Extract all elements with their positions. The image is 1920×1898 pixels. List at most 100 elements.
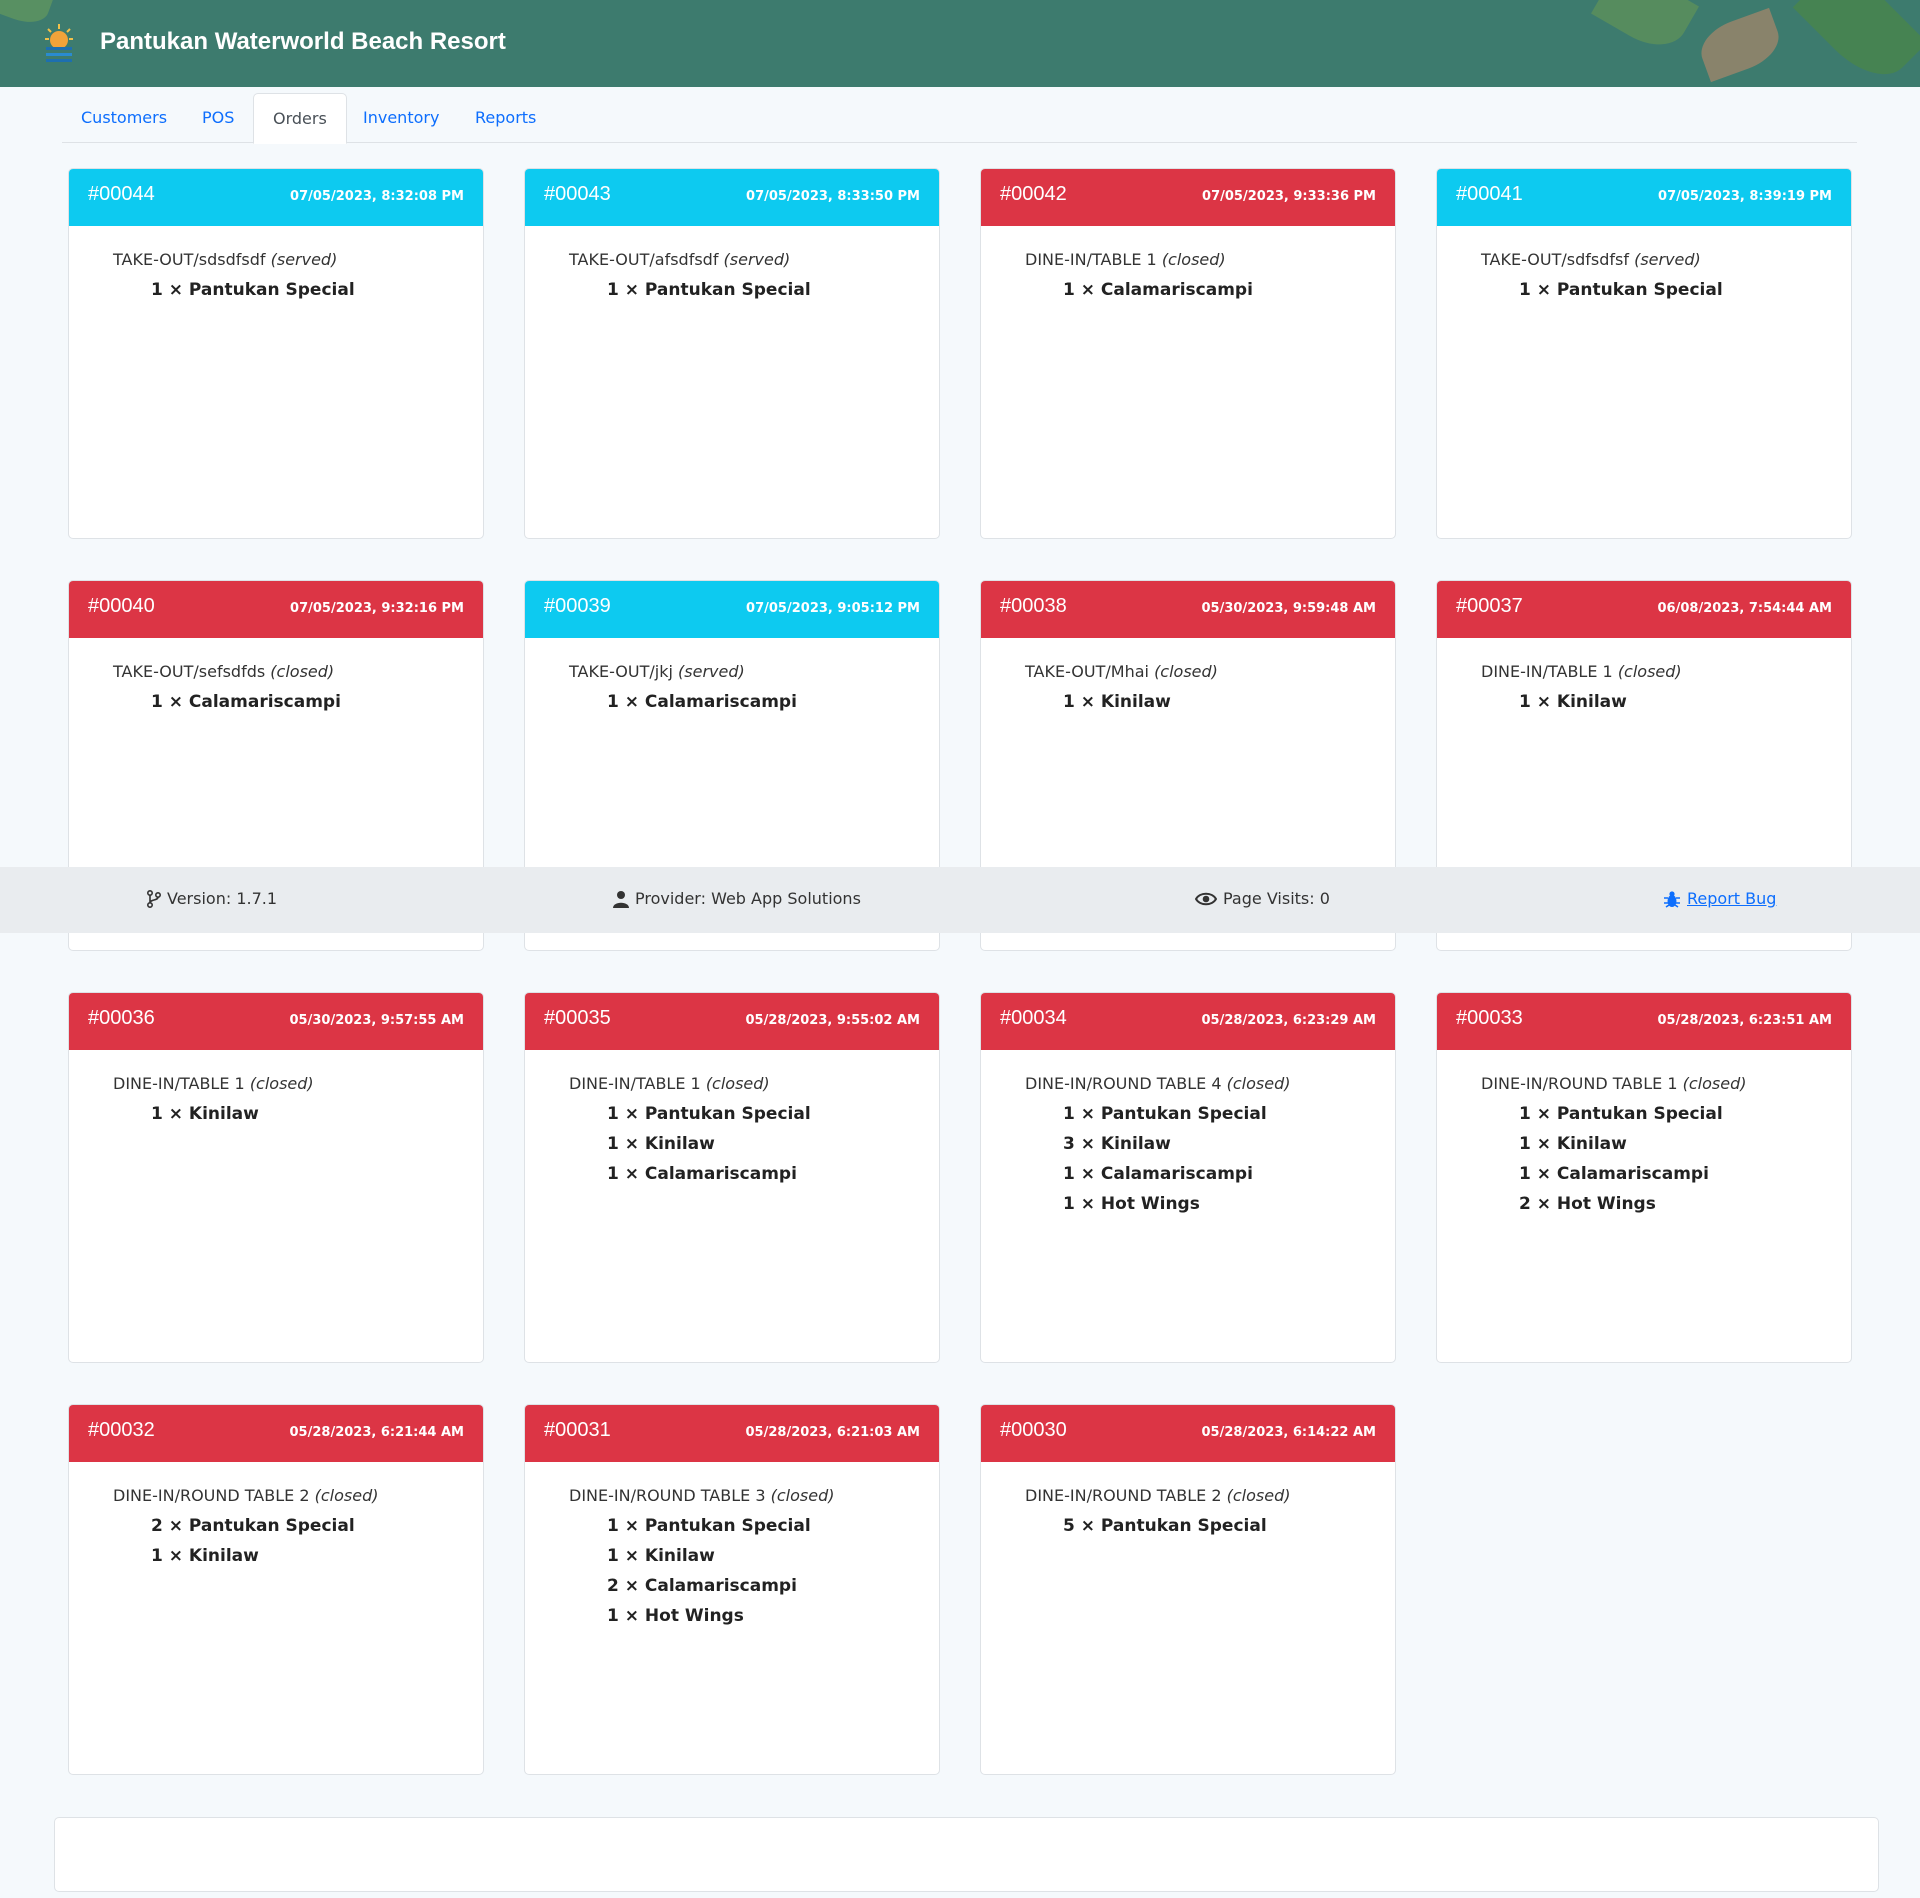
order-card-header: #00033 05/28/2023, 6:23:51 AM bbox=[1437, 993, 1851, 1050]
order-item: 1 × Pantukan Special bbox=[607, 1104, 811, 1124]
report-bug-text[interactable]: Report Bug bbox=[1687, 889, 1776, 908]
order-status: (served) bbox=[1634, 250, 1701, 269]
order-card[interactable]: #00033 05/28/2023, 6:23:51 AM DINE-IN/ROUN… bbox=[1436, 992, 1852, 1363]
order-type-text: TAKE-OUT/sefsdfds bbox=[113, 662, 266, 681]
order-number: #00038 bbox=[1000, 595, 1067, 617]
order-card[interactable]: #00032 05/28/2023, 6:21:44 AM DINE-IN/ROUN… bbox=[68, 1404, 484, 1775]
order-type: DINE-IN/ROUND TABLE 1 (closed) bbox=[1481, 1074, 1851, 1104]
order-timestamp: 06/08/2023, 7:54:44 AM bbox=[1657, 601, 1832, 616]
order-timestamp: 05/28/2023, 6:21:03 AM bbox=[745, 1425, 920, 1440]
order-card-header: #00040 07/05/2023, 9:32:16 PM bbox=[69, 581, 483, 638]
order-item: 1 × Kinilaw bbox=[1519, 692, 1627, 712]
order-type-text: DINE-IN/TABLE 1 bbox=[113, 1074, 245, 1093]
order-timestamp: 05/28/2023, 6:21:44 AM bbox=[289, 1425, 464, 1440]
main-tabs: Customers POS Orders Inventory Reports bbox=[62, 93, 1857, 144]
order-card-body: DINE-IN/ROUND TABLE 4 (closed) 1 × Pantuk… bbox=[981, 1050, 1395, 1224]
order-status: (served) bbox=[270, 250, 338, 269]
order-type-text: DINE-IN/ROUND TABLE 4 bbox=[1025, 1074, 1222, 1093]
order-card-header: #00043 07/05/2023, 8:33:50 PM bbox=[525, 169, 939, 226]
order-timestamp: 07/05/2023, 9:05:12 PM bbox=[746, 601, 920, 616]
order-item: 1 × Kinilaw bbox=[151, 1546, 259, 1566]
order-type-text: DINE-IN/ROUND TABLE 3 bbox=[569, 1486, 766, 1505]
order-card-header: #00042 07/05/2023, 9:33:36 PM bbox=[981, 169, 1395, 226]
order-card-header: #00044 07/05/2023, 8:32:08 PM bbox=[69, 169, 483, 226]
tab-pos[interactable]: POS bbox=[183, 93, 253, 143]
order-card-body: TAKE-OUT/sefsdfds (closed) 1 × Calamarisc… bbox=[69, 638, 483, 722]
page-visits-text: Page Visits: 0 bbox=[1223, 889, 1330, 908]
order-type-text: TAKE-OUT/jkj bbox=[569, 662, 673, 681]
order-item: 1 × Pantukan Special bbox=[1063, 1104, 1267, 1124]
order-type-text: DINE-IN/ROUND TABLE 1 bbox=[1481, 1074, 1678, 1093]
order-timestamp: 05/30/2023, 9:59:48 AM bbox=[1201, 601, 1376, 616]
order-item: 1 × Pantukan Special bbox=[151, 280, 355, 300]
tab-customers[interactable]: Customers bbox=[62, 93, 186, 143]
page-visits-info: Page Visits: 0 bbox=[1195, 889, 1330, 908]
bug-icon bbox=[1664, 890, 1680, 908]
order-item: 1 × Pantukan Special bbox=[607, 280, 811, 300]
order-number: #00033 bbox=[1456, 1007, 1523, 1029]
order-item: 1 × Pantukan Special bbox=[1519, 280, 1723, 300]
order-card[interactable]: #00030 05/28/2023, 6:14:22 AM DINE-IN/ROUN… bbox=[980, 1404, 1396, 1775]
version-text: Version: 1.7.1 bbox=[167, 889, 278, 908]
order-type: TAKE-OUT/Mhai (closed) bbox=[1025, 662, 1395, 692]
order-type: TAKE-OUT/jkj (served) bbox=[569, 662, 939, 692]
order-card[interactable]: #00036 05/30/2023, 9:57:55 AM DINE-IN/TABL… bbox=[68, 992, 484, 1363]
order-item: 1 × Kinilaw bbox=[1519, 1134, 1627, 1154]
order-card-body: DINE-IN/ROUND TABLE 2 (closed) 5 × Pantuk… bbox=[981, 1462, 1395, 1546]
order-number: #00043 bbox=[544, 183, 611, 205]
order-timestamp: 05/28/2023, 6:23:29 AM bbox=[1201, 1013, 1376, 1028]
order-item: 1 × Kinilaw bbox=[607, 1134, 715, 1154]
order-item: 1 × Hot Wings bbox=[1063, 1194, 1200, 1214]
order-card-header: #00030 05/28/2023, 6:14:22 AM bbox=[981, 1405, 1395, 1462]
eye-icon bbox=[1195, 892, 1217, 905]
order-item: 1 × Pantukan Special bbox=[607, 1516, 811, 1536]
order-status: (closed) bbox=[705, 1074, 770, 1093]
order-type: DINE-IN/TABLE 1 (closed) bbox=[569, 1074, 939, 1104]
leaf-decoration bbox=[1693, 7, 1787, 83]
order-card-header: #00034 05/28/2023, 6:23:29 AM bbox=[981, 993, 1395, 1050]
order-card-body: DINE-IN/TABLE 1 (closed) 1 × Kinilaw bbox=[1437, 638, 1851, 722]
leaf-decoration bbox=[1591, 0, 1699, 59]
order-card[interactable]: #00035 05/28/2023, 9:55:02 AM DINE-IN/TABL… bbox=[524, 992, 940, 1363]
order-item: 1 × Kinilaw bbox=[1063, 692, 1171, 712]
order-status: (served) bbox=[678, 662, 745, 681]
order-card[interactable]: #00031 05/28/2023, 6:21:03 AM DINE-IN/ROUN… bbox=[524, 1404, 940, 1775]
order-status: (closed) bbox=[1226, 1074, 1291, 1093]
order-card[interactable]: #00043 07/05/2023, 8:33:50 PM TAKE-OUT/afs… bbox=[524, 168, 940, 539]
resort-logo-icon bbox=[45, 24, 73, 62]
order-timestamp: 07/05/2023, 9:32:16 PM bbox=[290, 601, 464, 616]
order-type-text: DINE-IN/TABLE 1 bbox=[569, 1074, 701, 1093]
order-item: 3 × Kinilaw bbox=[1063, 1134, 1171, 1154]
git-branch-icon bbox=[147, 889, 161, 908]
order-card[interactable]: #00044 07/05/2023, 8:32:08 PM TAKE-OUT/sds… bbox=[68, 168, 484, 539]
order-card-header: #00032 05/28/2023, 6:21:44 AM bbox=[69, 1405, 483, 1462]
order-status: (closed) bbox=[770, 1486, 835, 1505]
order-card[interactable]: #00041 07/05/2023, 8:39:19 PM TAKE-OUT/sdf… bbox=[1436, 168, 1852, 539]
order-card-body: DINE-IN/ROUND TABLE 3 (closed) 1 × Pantuk… bbox=[525, 1462, 939, 1636]
order-number: #00035 bbox=[544, 1007, 611, 1029]
order-type: DINE-IN/ROUND TABLE 3 (closed) bbox=[569, 1486, 939, 1516]
order-type: TAKE-OUT/afsdfsdf (served) bbox=[569, 250, 939, 280]
order-card[interactable]: #00042 07/05/2023, 9:33:36 PM DINE-IN/TABL… bbox=[980, 168, 1396, 539]
tab-orders[interactable]: Orders bbox=[253, 93, 347, 144]
order-timestamp: 07/05/2023, 8:39:19 PM bbox=[1658, 189, 1832, 204]
order-number: #00034 bbox=[1000, 1007, 1067, 1029]
order-number: #00032 bbox=[88, 1419, 155, 1441]
order-number: #00040 bbox=[88, 595, 155, 617]
order-item: 1 × Calamariscampi bbox=[607, 1164, 797, 1184]
order-timestamp: 05/28/2023, 6:14:22 AM bbox=[1201, 1425, 1376, 1440]
order-timestamp: 05/30/2023, 9:57:55 AM bbox=[289, 1013, 464, 1028]
bottom-panel bbox=[54, 1817, 1879, 1892]
app-title: Pantukan Waterworld Beach Resort bbox=[100, 28, 506, 55]
report-bug-link[interactable]: Report Bug bbox=[1663, 889, 1776, 908]
order-card-body: DINE-IN/ROUND TABLE 1 (closed) 1 × Pantuk… bbox=[1437, 1050, 1851, 1224]
tab-reports[interactable]: Reports bbox=[456, 93, 555, 143]
order-item: 2 × Pantukan Special bbox=[151, 1516, 355, 1536]
order-card-header: #00031 05/28/2023, 6:21:03 AM bbox=[525, 1405, 939, 1462]
order-timestamp: 07/05/2023, 8:33:50 PM bbox=[746, 189, 920, 204]
tab-inventory[interactable]: Inventory bbox=[344, 93, 458, 143]
order-number: #00041 bbox=[1456, 183, 1523, 205]
order-card[interactable]: #00034 05/28/2023, 6:23:29 AM DINE-IN/ROUN… bbox=[980, 992, 1396, 1363]
order-card-body: DINE-IN/TABLE 1 (closed) 1 × Kinilaw bbox=[69, 1050, 483, 1134]
order-type: TAKE-OUT/sefsdfds (closed) bbox=[113, 662, 483, 692]
